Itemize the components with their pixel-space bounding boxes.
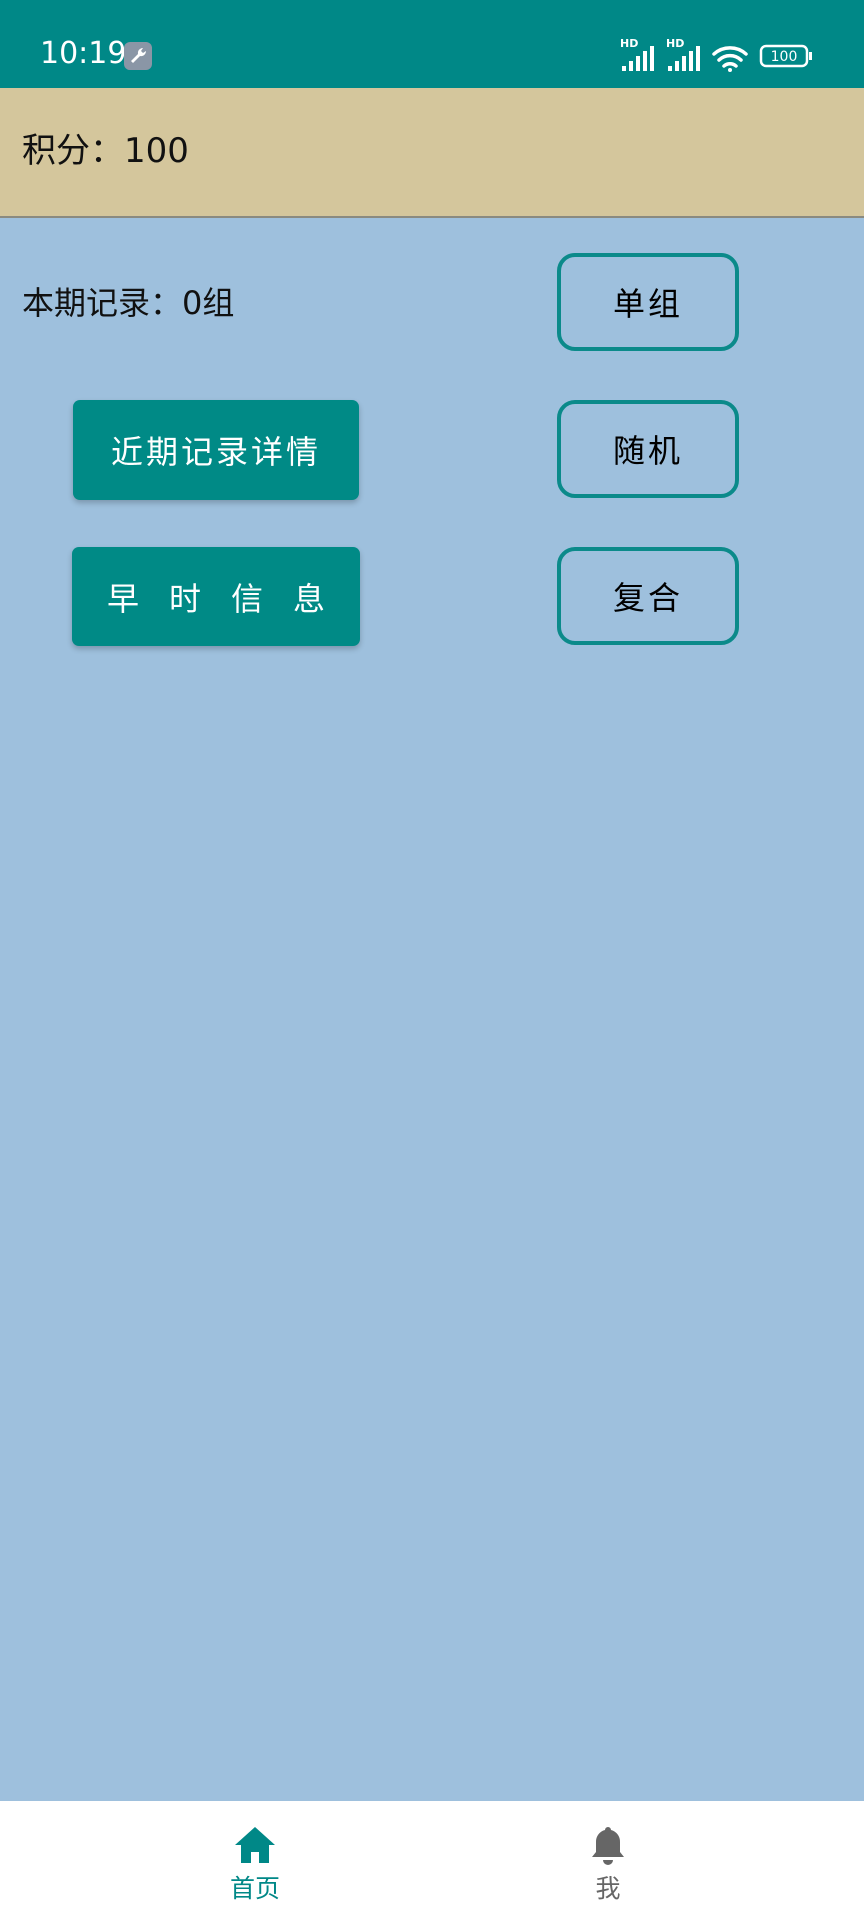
status-icons: HD HD 100 (620, 37, 812, 72)
battery-icon: 100 (759, 44, 812, 68)
svg-text:100: 100 (771, 49, 798, 65)
status-bar: 10:19 HD HD 100 (0, 0, 864, 88)
nav-home-tab[interactable]: 首页 (155, 1801, 355, 1920)
home-icon (235, 1827, 275, 1863)
nav-me-tab[interactable]: 我 (508, 1801, 708, 1920)
early-info-button[interactable]: 早时信息 (72, 547, 360, 646)
nav-me-label: 我 (595, 1874, 621, 1903)
score-bar: 积分：100 (0, 88, 864, 218)
single-group-button[interactable]: 单组 (557, 253, 739, 351)
record-count-label: 本期记录：0组 (22, 284, 235, 322)
random-button[interactable]: 随机 (557, 400, 739, 498)
score-label: 积分：100 (22, 131, 189, 171)
bottom-nav: 首页 我 (0, 1801, 864, 1920)
composite-button[interactable]: 复合 (557, 547, 739, 645)
signal-hd-icon: HD (666, 37, 700, 71)
signal-hd-icon: HD (620, 37, 654, 71)
nav-home-label: 首页 (229, 1874, 280, 1903)
bell-icon (592, 1827, 624, 1865)
svg-text:HD: HD (620, 37, 638, 50)
svg-text:HD: HD (666, 37, 684, 50)
recent-records-detail-button[interactable]: 近期记录详情 (73, 400, 359, 500)
wifi-icon (712, 46, 748, 72)
